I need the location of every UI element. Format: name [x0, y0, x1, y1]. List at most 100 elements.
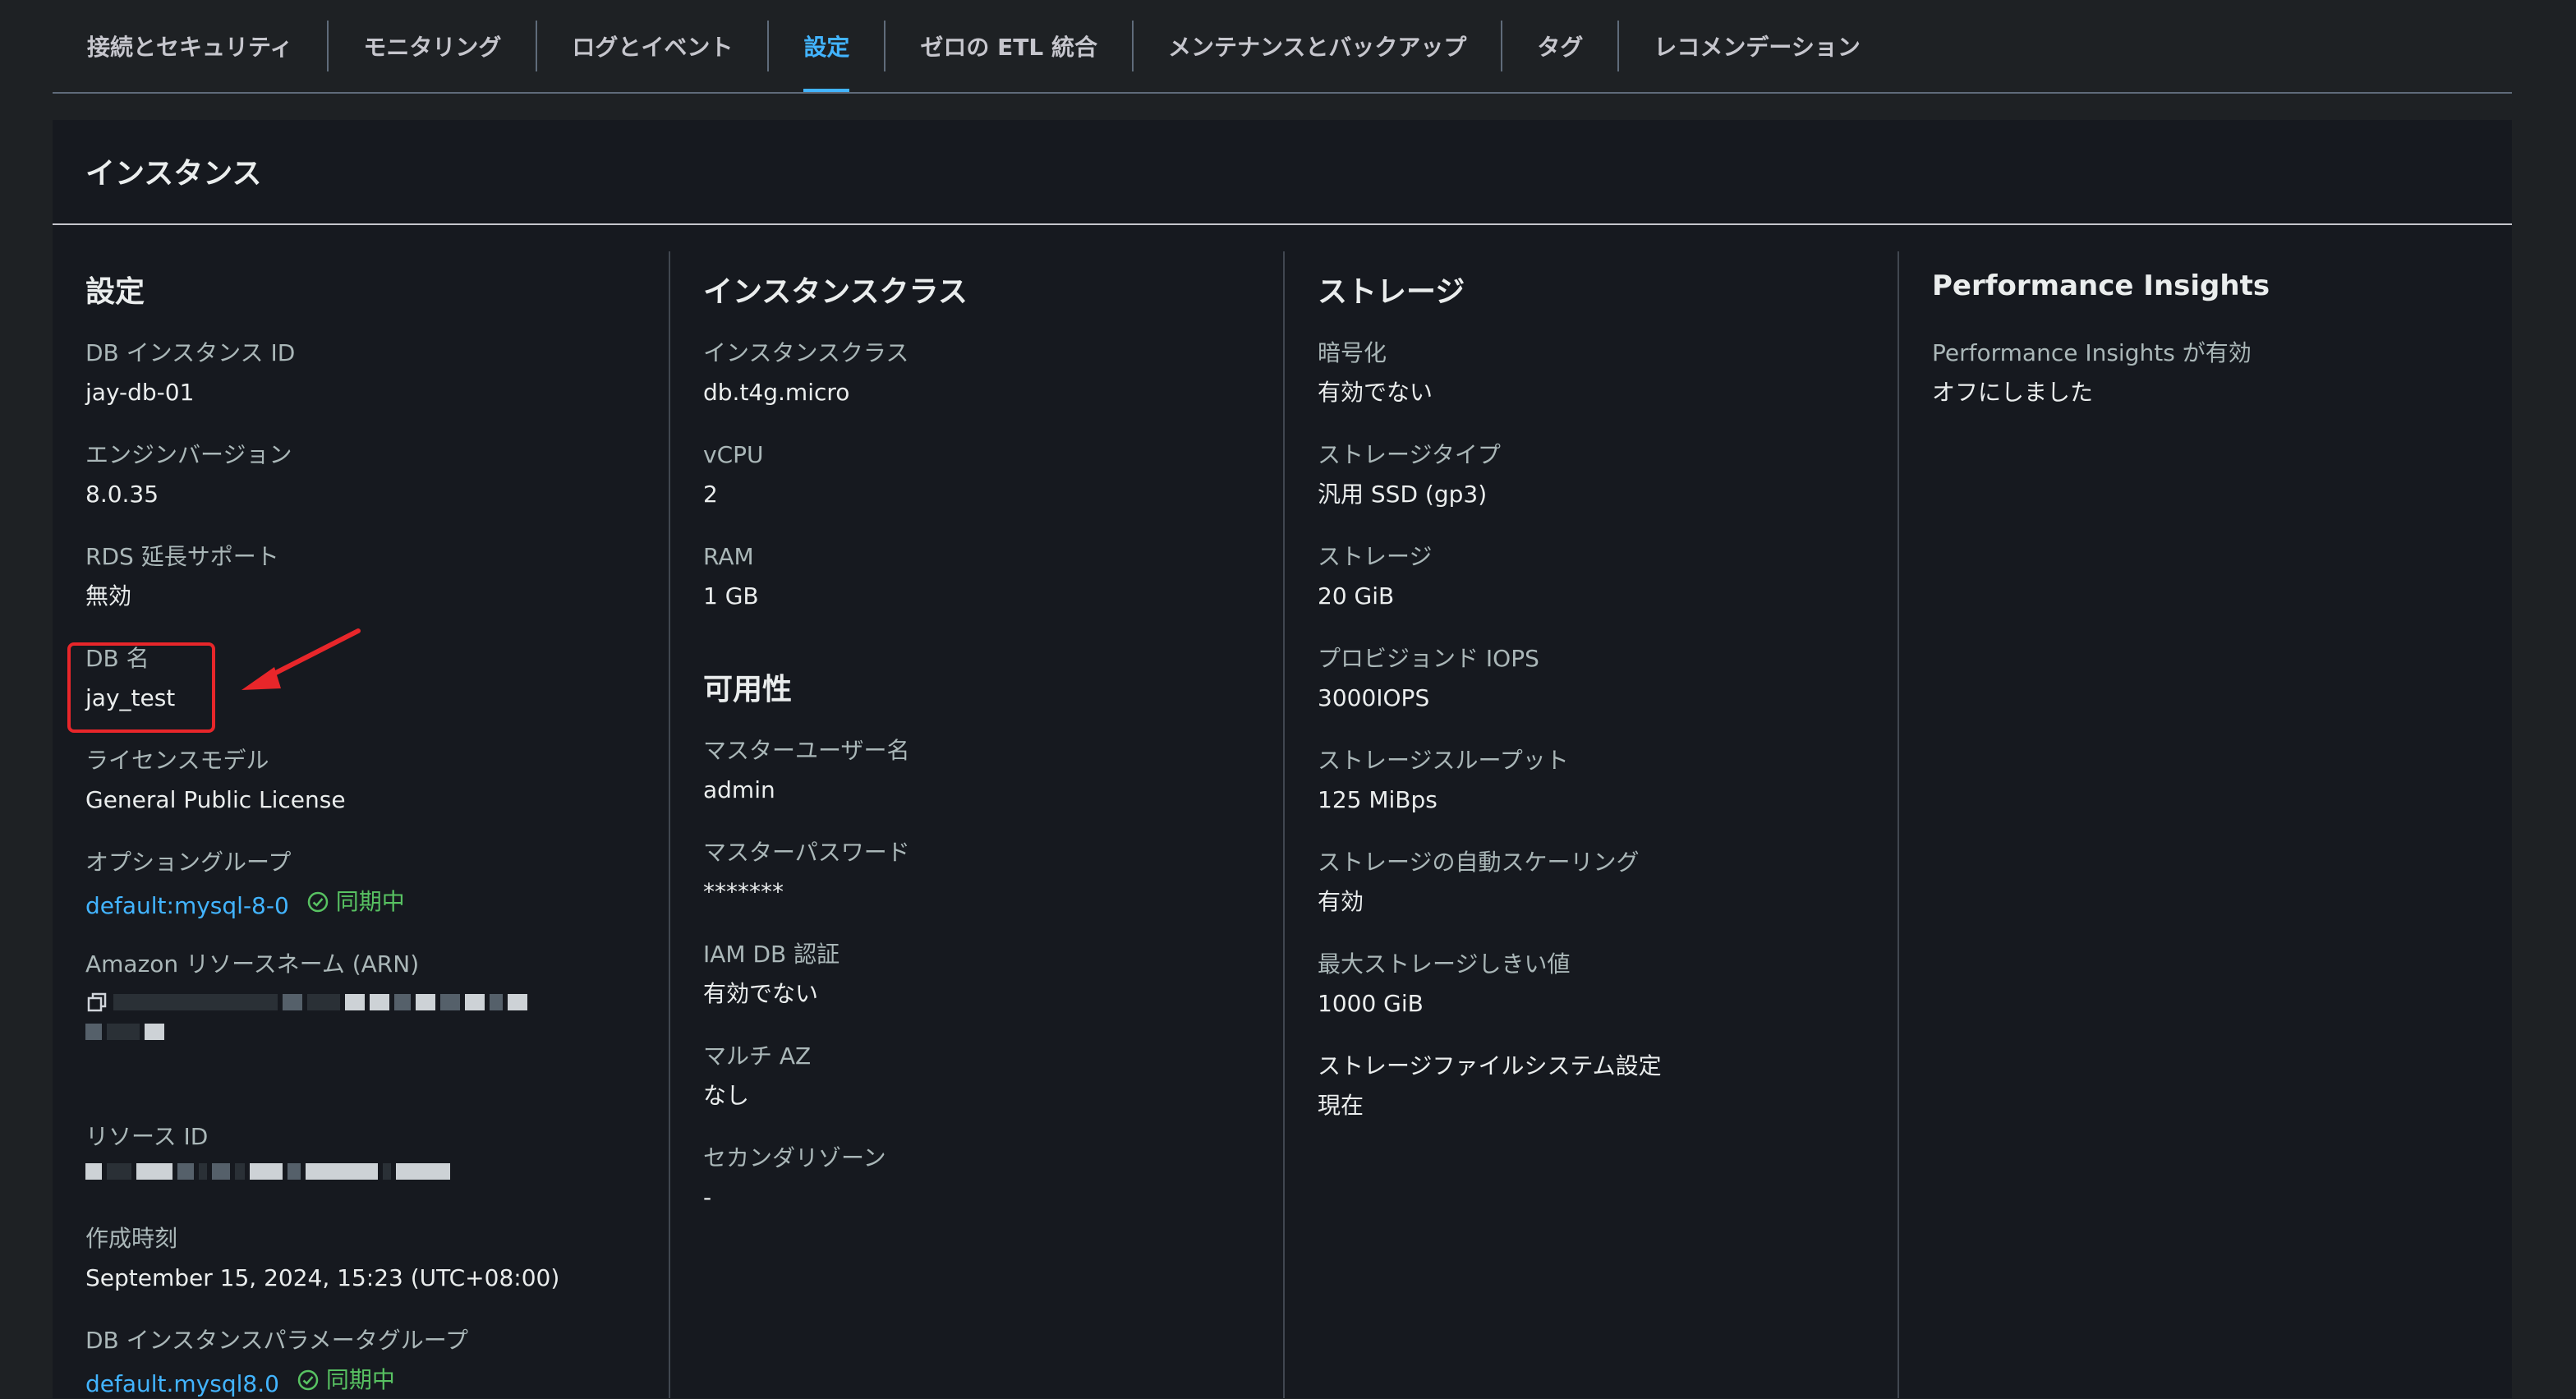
configuration-column: 設定 DB インスタンス ID jay-db-01 エンジンバージョン 8.0.…: [53, 251, 667, 1398]
status-badge: 同期中: [306, 887, 405, 917]
field-value: 1 GB: [703, 582, 759, 610]
field-value: 2: [703, 481, 718, 508]
max-storage-threshold-field: 最大ストレージしきい値 1000 GiB: [1318, 950, 1570, 1019]
field-label: マスターパスワード: [703, 839, 910, 866]
parameter-group-field: DB インスタンスパラメータグループ default.mysql8.0 同期中: [85, 1326, 468, 1399]
db-instance-id-field: DB インスタンス ID jay-db-01: [85, 338, 295, 407]
master-username-field: マスターユーザー名 admin: [703, 736, 909, 805]
storage-column: ストレージ 暗号化 有効でない ストレージタイプ 汎用 SSD (gp3) スト…: [1283, 251, 1899, 1398]
tab-connectivity-security[interactable]: 接続とセキュリティ: [53, 21, 329, 71]
section-title-performance-insights: Performance Insights: [1932, 269, 2270, 302]
section-title-instance-class: インスタンスクラス: [703, 275, 968, 309]
field-label: Performance Insights が有効: [1932, 339, 2252, 366]
status-badge: 同期中: [297, 1365, 395, 1395]
field-value: 125 MiBps: [1318, 786, 1438, 813]
option-group-link[interactable]: default:mysql-8-0: [85, 892, 289, 919]
panel-title: インスタンス: [85, 157, 262, 191]
status-text: 同期中: [335, 888, 405, 915]
vcpu-field: vCPU 2: [703, 440, 764, 509]
resource-id-field: リソース ID: [85, 1122, 450, 1180]
field-value: 無効: [85, 582, 132, 610]
tab-maintenance-backup[interactable]: メンテナンスとバックアップ: [1134, 21, 1503, 71]
field-value: 20 GiB: [1318, 582, 1395, 610]
instance-class-field: インスタンスクラス db.t4g.micro: [703, 338, 908, 407]
section-title-configuration: 設定: [85, 275, 145, 309]
field-label: 作成時刻: [85, 1225, 178, 1252]
field-label: Amazon リソースネーム (ARN): [85, 950, 420, 978]
field-value: 有効でない: [703, 980, 819, 1007]
field-label: マスターユーザー名: [703, 737, 910, 764]
field-label: ストレージの自動スケーリング: [1318, 849, 1640, 876]
option-group-field: オプショングループ default:mysql-8-0 同期中: [85, 848, 405, 921]
storage-filesystem-field: ストレージファイルシステム設定 現在: [1318, 1052, 1662, 1121]
iam-db-auth-field: IAM DB 認証 有効でない: [703, 940, 840, 1009]
engine-version-field: エンジンバージョン 8.0.35: [85, 440, 292, 509]
storage-size-field: ストレージ 20 GiB: [1318, 542, 1432, 611]
performance-insights-column: Performance Insights Performance Insight…: [1898, 251, 2514, 1398]
field-label: ライセンスモデル: [85, 747, 269, 774]
tab-recommendations[interactable]: レコメンデーション: [1619, 21, 1894, 71]
section-title-availability: 可用性: [703, 673, 793, 706]
field-label: 暗号化: [1318, 339, 1387, 366]
field-value: 1000 GiB: [1318, 990, 1424, 1017]
field-label: ストレージファイルシステム設定: [1318, 1052, 1662, 1079]
provisioned-iops-field: プロビジョンド IOPS 3000IOPS: [1318, 644, 1539, 713]
field-value: -: [703, 1184, 712, 1211]
storage-type-field: ストレージタイプ 汎用 SSD (gp3): [1318, 440, 1501, 509]
field-value: 現在: [1318, 1092, 1364, 1119]
multi-az-field: マルチ AZ なし: [703, 1042, 811, 1111]
field-label: インスタンスクラス: [703, 339, 909, 366]
tab-bar: 接続とセキュリティ モニタリング ログとイベント 設定 ゼロの ETL 統合 メ…: [53, 0, 2512, 94]
field-value: なし: [703, 1082, 750, 1109]
field-label: プロビジョンド IOPS: [1318, 645, 1539, 672]
field-value: default:mysql-8-0 同期中: [85, 887, 405, 921]
storage-autoscaling-field: ストレージの自動スケーリング 有効: [1318, 848, 1639, 917]
field-value: September 15, 2024, 15:23 (UTC+08:00): [85, 1264, 560, 1291]
field-value: admin: [703, 776, 775, 803]
ram-field: RAM 1 GB: [703, 542, 759, 611]
copy-icon[interactable]: [85, 991, 108, 1014]
field-label: DB インスタンス ID: [85, 339, 296, 366]
license-model-field: ライセンスモデル General Public License: [85, 746, 346, 815]
tab-configuration[interactable]: 設定: [769, 21, 886, 92]
storage-throughput-field: ストレージスループット 125 MiBps: [1318, 746, 1569, 815]
encryption-field: 暗号化 有効でない: [1318, 338, 1433, 407]
field-value: jay-db-01: [85, 379, 195, 406]
field-label: ストレージ: [1318, 543, 1433, 570]
arn-redacted-value-line2: [85, 1024, 527, 1040]
check-circle-icon: [307, 891, 328, 913]
field-label: ストレージタイプ: [1318, 441, 1501, 468]
field-label: マルチ AZ: [703, 1042, 812, 1070]
instance-class-column: インスタンスクラス インスタンスクラス db.t4g.micro vCPU 2 …: [669, 251, 1285, 1398]
field-value: 汎用 SSD (gp3): [1318, 481, 1488, 508]
field-label: IAM DB 認証: [703, 941, 840, 968]
field-label: エンジンバージョン: [85, 441, 292, 468]
arn-redacted-value: [85, 991, 527, 1014]
tab-zero-etl[interactable]: ゼロの ETL 統合: [886, 21, 1134, 71]
field-label: セカンダリゾーン: [703, 1144, 886, 1171]
panel-body: 設定 DB インスタンス ID jay-db-01 エンジンバージョン 8.0.…: [53, 225, 2512, 1398]
field-value: 有効でない: [1318, 379, 1433, 406]
parameter-group-link[interactable]: default.mysql8.0: [85, 1370, 279, 1397]
rds-extended-support-field: RDS 延長サポート 無効: [85, 542, 279, 611]
annotation-highlight-box: [67, 642, 215, 733]
tab-tags[interactable]: タグ: [1502, 21, 1620, 71]
arn-field: Amazon リソースネーム (ARN): [85, 950, 527, 1040]
field-value: default.mysql8.0 同期中: [85, 1365, 468, 1399]
check-circle-icon: [297, 1369, 319, 1391]
created-time-field: 作成時刻 September 15, 2024, 15:23 (UTC+08:0…: [85, 1224, 559, 1293]
field-value: General Public License: [85, 786, 346, 813]
field-value: 8.0.35: [85, 481, 159, 508]
field-label: RDS 延長サポート: [85, 543, 279, 570]
annotation-arrow-icon: [242, 628, 361, 690]
secondary-zone-field: セカンダリゾーン -: [703, 1144, 886, 1213]
field-label: 最大ストレージしきい値: [1318, 950, 1571, 978]
field-label: DB インスタンスパラメータグループ: [85, 1327, 469, 1354]
tab-logs-events[interactable]: ログとイベント: [537, 21, 770, 71]
status-text: 同期中: [325, 1366, 395, 1393]
field-label: RAM: [703, 543, 754, 570]
resource-id-redacted-value: [85, 1163, 450, 1180]
field-label: リソース ID: [85, 1123, 209, 1150]
field-label: vCPU: [703, 441, 764, 468]
tab-monitoring[interactable]: モニタリング: [329, 21, 538, 71]
